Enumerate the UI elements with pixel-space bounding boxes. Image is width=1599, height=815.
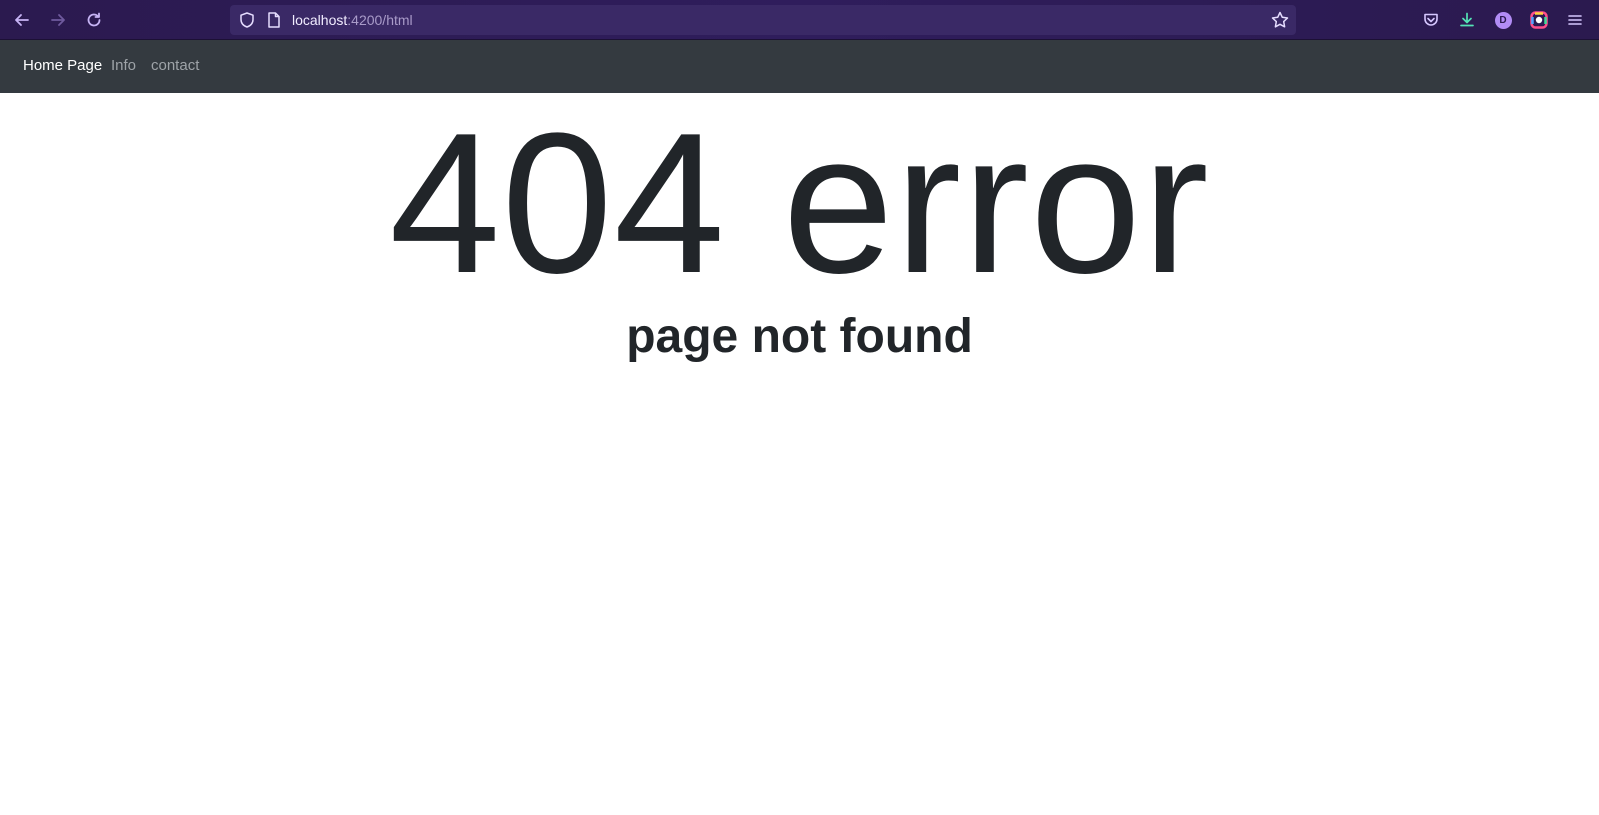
url-text[interactable]: localhost:4200/html (292, 12, 413, 28)
download-icon (1460, 12, 1474, 27)
arrow-right-icon (51, 14, 65, 26)
shield-icon[interactable] (238, 11, 256, 29)
reload-button[interactable] (82, 8, 106, 32)
pocket-icon (1424, 13, 1438, 26)
downloads-button[interactable] (1457, 10, 1477, 30)
browser-toolbar: localhost:4200/html D (0, 0, 1599, 40)
forward-button[interactable] (46, 8, 70, 32)
reload-icon (87, 12, 101, 27)
url-host: localhost (292, 12, 348, 28)
nav-link-home-page[interactable]: Home Page (23, 57, 102, 75)
main-content: 404 error page not found (0, 93, 1599, 365)
colorful-ring-icon (1530, 11, 1548, 29)
nav-link-contact[interactable]: contact (151, 57, 199, 75)
account-button[interactable]: D (1493, 10, 1513, 30)
page-icon[interactable] (266, 11, 282, 29)
app-navbar: Home Page Info contact (0, 40, 1599, 93)
nav-link-info[interactable]: Info (111, 57, 136, 75)
back-button[interactable] (10, 8, 34, 32)
menu-button[interactable] (1565, 10, 1585, 30)
url-path: :4200/html (347, 12, 413, 28)
hamburger-menu-icon (1568, 15, 1582, 25)
avatar: D (1494, 11, 1512, 29)
star-icon[interactable] (1270, 10, 1290, 30)
error-subtitle: page not found (626, 310, 973, 363)
extension-button[interactable] (1529, 10, 1549, 30)
url-bar[interactable]: localhost:4200/html (230, 5, 1296, 35)
error-title: 404 error (389, 92, 1210, 315)
pocket-button[interactable] (1421, 10, 1441, 30)
arrow-left-icon (15, 14, 29, 26)
